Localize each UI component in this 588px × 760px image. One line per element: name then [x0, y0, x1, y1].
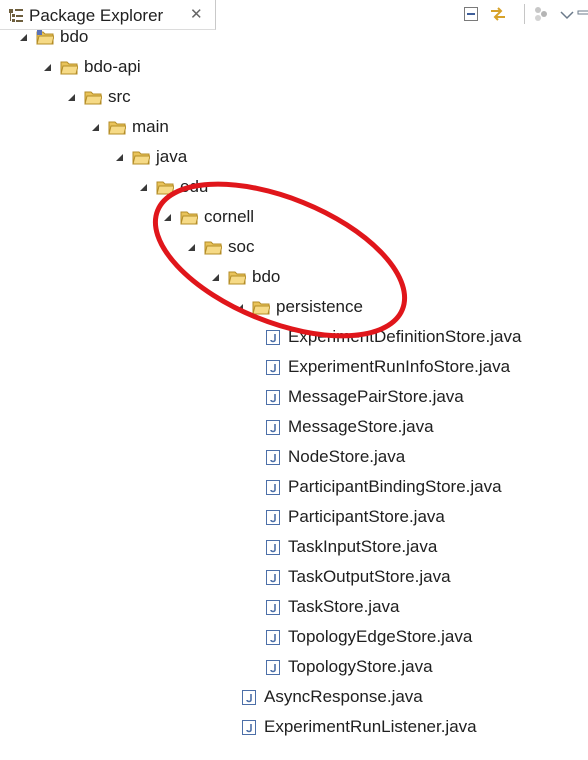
java-file-icon	[266, 540, 280, 555]
expand-triangle-icon[interactable]	[68, 94, 75, 101]
java-file-icon	[266, 330, 280, 345]
java-file-icon	[266, 420, 280, 435]
java-file-icon	[242, 720, 256, 735]
folder-icon	[204, 241, 222, 255]
tree-item-label: TopologyEdgeStore.java	[288, 627, 473, 646]
tree-item-label: main	[132, 117, 169, 136]
tree-item-label: bdo	[252, 267, 281, 286]
folder-icon	[156, 181, 174, 195]
tree-item-label: NodeStore.java	[288, 447, 406, 466]
expand-triangle-icon[interactable]	[188, 244, 195, 251]
tab-package-explorer[interactable]: Package Explorer ✕	[0, 0, 216, 30]
tree-item-label: ParticipantStore.java	[288, 507, 445, 526]
expand-triangle-icon[interactable]	[212, 274, 219, 281]
java-file-icon	[266, 450, 280, 465]
tree-item-label: src	[108, 87, 131, 106]
tree-item-label: bdo-api	[84, 57, 141, 76]
tree-item-label: TaskOutputStore.java	[288, 567, 451, 586]
tree-item-label: soc	[228, 237, 255, 256]
folder-icon	[132, 151, 150, 165]
expand-triangle-icon[interactable]	[92, 124, 99, 131]
expand-triangle-icon[interactable]	[236, 304, 243, 311]
folder-icon	[84, 91, 102, 105]
expand-triangle-icon[interactable]	[140, 184, 147, 191]
folder-icon	[180, 211, 198, 225]
tree-item-label: TopologyStore.java	[288, 657, 433, 676]
java-file-icon	[266, 630, 280, 645]
close-icon[interactable]: ✕	[190, 6, 203, 24]
tree-item-label: ExperimentDefinitionStore.java	[288, 327, 522, 346]
folder-icon	[228, 271, 246, 285]
tree-item-label: TaskStore.java	[288, 597, 400, 616]
tree-item-label: ExperimentRunInfoStore.java	[288, 357, 511, 376]
link-with-editor-icon[interactable]	[487, 3, 509, 25]
expand-triangle-icon[interactable]	[20, 34, 27, 41]
java-file-icon	[266, 510, 280, 525]
tree-item-label: MessagePairStore.java	[288, 387, 464, 406]
folder-icon	[252, 301, 270, 315]
expand-triangle-icon[interactable]	[164, 214, 171, 221]
collapse-all-icon[interactable]	[460, 3, 482, 25]
java-file-icon	[266, 360, 280, 375]
tree-item-label: MessageStore.java	[288, 417, 434, 436]
package-explorer-view: Package Explorer ✕ bdo bdo-api src main java…	[0, 0, 588, 760]
expand-triangle-icon[interactable]	[44, 64, 51, 71]
package-explorer-icon	[9, 9, 23, 22]
tree-item-label: bdo	[60, 27, 89, 46]
java-file-icon	[266, 480, 280, 495]
java-file-icon	[266, 600, 280, 615]
expand-triangle-icon[interactable]	[116, 154, 123, 161]
tree-item-label: cornell	[204, 207, 255, 226]
project-folder-icon	[36, 30, 54, 45]
folder-icon	[60, 61, 78, 75]
toolbar-divider	[524, 4, 525, 24]
view-menu-icon[interactable]	[556, 3, 578, 25]
java-file-icon	[266, 390, 280, 405]
tree-item-label: edu	[180, 177, 209, 196]
tree-item-label: ParticipantBindingStore.java	[288, 477, 502, 496]
tree-item-label: ExperimentRunListener.java	[264, 717, 477, 736]
java-file-icon	[242, 690, 256, 705]
folder-icon	[108, 121, 126, 135]
tree-item-label: java	[156, 147, 188, 166]
java-file-icon	[266, 660, 280, 675]
tree-item-label: persistence	[276, 297, 363, 316]
tree-item-label: AsyncResponse.java	[264, 687, 423, 706]
minimize-icon[interactable]	[576, 3, 588, 25]
view-title: Package Explorer	[29, 6, 164, 25]
java-file-icon	[266, 570, 280, 585]
tree-item-label: TaskInputStore.java	[288, 537, 438, 556]
focus-on-active-task-icon[interactable]	[530, 3, 552, 25]
